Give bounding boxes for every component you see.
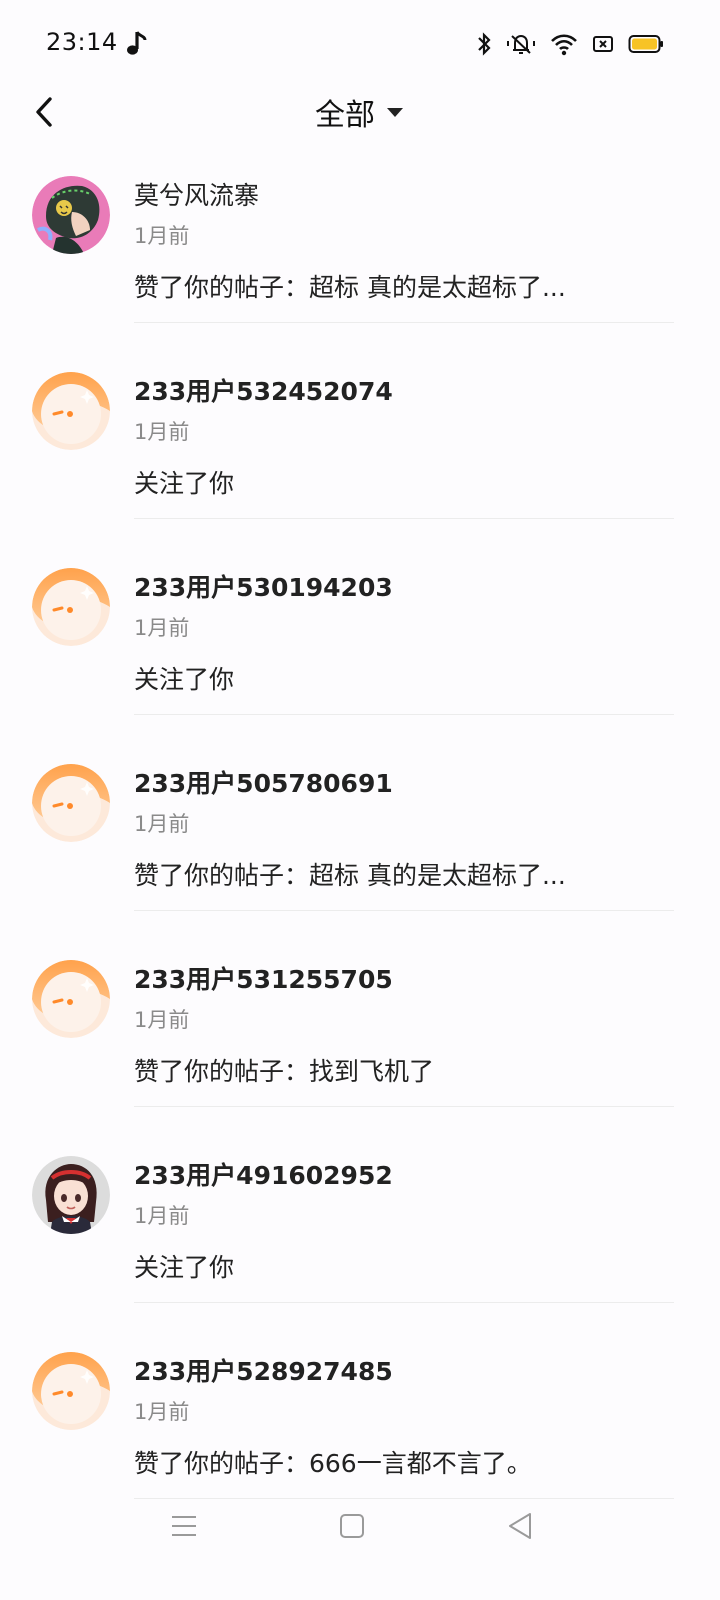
notification-item-4[interactable]: 233用户505780691 1月前 赞了你的帖子：超标 真的是太超标了... [0, 760, 720, 956]
user-name[interactable]: 233用户531255705 [134, 960, 393, 996]
home-square-icon[interactable] [334, 1508, 370, 1544]
custom-avatar-helmet-icon [32, 176, 110, 254]
filter-dropdown[interactable]: 全部 [0, 90, 720, 134]
notification-item-2[interactable]: 233用户532452074 1月前 关注了你 [0, 368, 720, 564]
bluetooth-icon [478, 32, 491, 56]
user-name[interactable]: 233用户491602952 [134, 1156, 393, 1192]
notification-time: 1月前 [134, 616, 190, 640]
notification-action: 关注了你 [134, 469, 235, 498]
sim-off-icon [593, 36, 613, 52]
notification-item-6[interactable]: 233用户491602952 1月前 关注了你 [0, 1152, 720, 1348]
wifi-icon [551, 34, 577, 56]
user-name[interactable]: 莫兮风流寨 [134, 176, 259, 212]
avatar[interactable] [32, 1352, 110, 1430]
notification-action: 赞了你的帖子：666一言都不言了。 [134, 1449, 532, 1478]
avatar[interactable] [32, 960, 110, 1038]
avatar[interactable] [32, 372, 110, 450]
notification-time: 1月前 [134, 1400, 190, 1424]
notification-item-1[interactable]: 莫兮风流寨 1月前 赞了你的帖子：超标 真的是太超标了... [0, 172, 720, 368]
default-orange-avatar-icon [32, 1352, 110, 1430]
divider [134, 910, 674, 911]
notification-action: 赞了你的帖子：超标 真的是太超标了... [134, 861, 566, 890]
notification-item-3[interactable]: 233用户530194203 1月前 关注了你 [0, 564, 720, 760]
caret-down-icon [387, 108, 403, 117]
avatar[interactable] [32, 176, 110, 254]
default-orange-avatar-icon [32, 960, 110, 1038]
battery-icon [628, 35, 663, 53]
back-triangle-icon[interactable] [502, 1508, 538, 1544]
divider [134, 714, 674, 715]
notification-action: 赞了你的帖子：超标 真的是太超标了... [134, 273, 566, 302]
music-note-icon [127, 31, 147, 55]
page-title: 全部 [315, 98, 375, 133]
notification-action: 赞了你的帖子：找到飞机了 [134, 1057, 435, 1086]
divider [134, 1302, 674, 1303]
notification-list: 莫兮风流寨 1月前 赞了你的帖子：超标 真的是太超标了... 233用户5324… [0, 172, 720, 1544]
nav-bar: 全部 [0, 86, 720, 136]
notification-time: 1月前 [134, 420, 190, 444]
default-orange-avatar-icon [32, 568, 110, 646]
user-name[interactable]: 233用户530194203 [134, 568, 393, 604]
divider [134, 1106, 674, 1107]
status-bar: 23:14 [0, 0, 720, 86]
notification-time: 1月前 [134, 1204, 190, 1228]
default-orange-avatar-icon [32, 764, 110, 842]
notification-time: 1月前 [134, 812, 190, 836]
notification-action: 关注了你 [134, 1253, 235, 1282]
notification-item-5[interactable]: 233用户531255705 1月前 赞了你的帖子：找到飞机了 [0, 956, 720, 1152]
avatar[interactable] [32, 1156, 110, 1234]
system-nav-bar [0, 1494, 720, 1560]
notification-action: 关注了你 [134, 665, 235, 694]
notification-time: 1月前 [134, 224, 190, 248]
avatar[interactable] [32, 568, 110, 646]
default-orange-avatar-icon [32, 372, 110, 450]
divider [134, 518, 674, 519]
status-time: 23:14 [46, 28, 118, 56]
user-name[interactable]: 233用户532452074 [134, 372, 393, 408]
custom-avatar-girl-icon [32, 1156, 110, 1234]
menu-icon[interactable] [166, 1508, 202, 1544]
notification-time: 1月前 [134, 1008, 190, 1032]
silent-bell-icon [507, 34, 535, 54]
user-name[interactable]: 233用户505780691 [134, 764, 393, 800]
status-icons [476, 30, 664, 58]
divider [134, 322, 674, 323]
user-name[interactable]: 233用户528927485 [134, 1352, 393, 1388]
avatar[interactable] [32, 764, 110, 842]
